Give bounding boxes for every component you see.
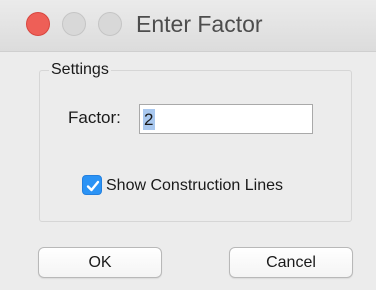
settings-groupbox bbox=[39, 70, 352, 222]
show-construction-lines-checkbox[interactable] bbox=[82, 175, 102, 195]
factor-label: Factor: bbox=[68, 108, 121, 127]
ok-button[interactable]: OK bbox=[38, 247, 162, 278]
show-construction-lines-label[interactable]: Show Construction Lines bbox=[106, 176, 283, 196]
window-title: Enter Factor bbox=[136, 11, 263, 37]
close-icon[interactable] bbox=[26, 12, 50, 36]
minimize-icon[interactable] bbox=[62, 12, 86, 36]
enter-factor-dialog: Enter Factor Settings Factor: 2 Show Con… bbox=[0, 0, 376, 290]
maximize-icon[interactable] bbox=[98, 12, 122, 36]
title-bar[interactable]: Enter Factor bbox=[0, 0, 376, 52]
cancel-button[interactable]: Cancel bbox=[229, 247, 353, 278]
settings-legend: Settings bbox=[49, 60, 111, 80]
factor-input[interactable] bbox=[139, 104, 313, 134]
checkmark-icon bbox=[86, 180, 100, 192]
factor-input-value[interactable]: 2 bbox=[144, 109, 153, 130]
